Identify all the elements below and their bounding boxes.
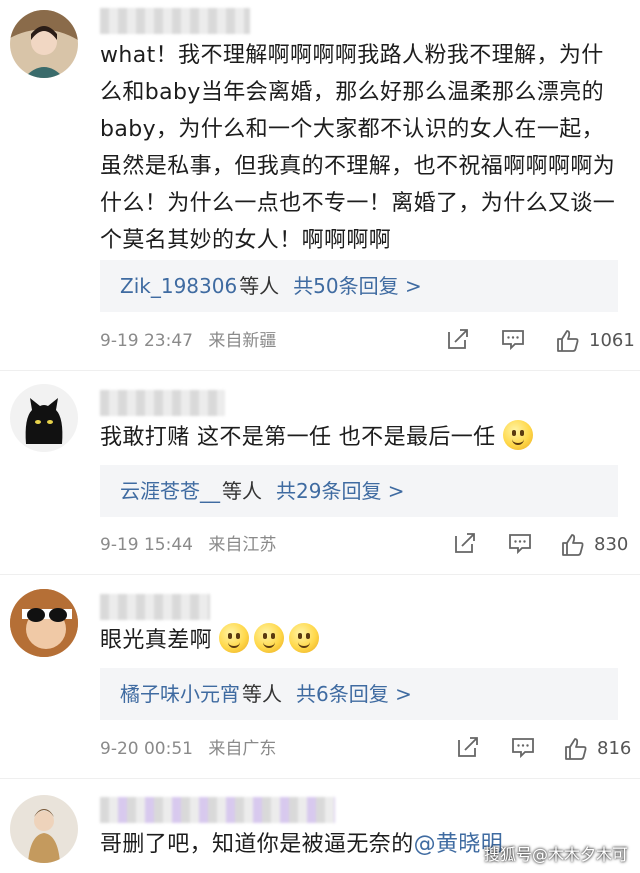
- comment-icon: [509, 534, 531, 555]
- reply-usernames: 云涯苍苍__: [120, 479, 220, 503]
- watermark: 搜狐号@木木夕木可: [483, 845, 628, 864]
- avatar[interactable]: [10, 795, 78, 863]
- comment-button[interactable]: [510, 734, 536, 760]
- avatar[interactable]: [10, 589, 78, 657]
- reply-count: 共29条回复 >: [276, 479, 405, 503]
- reply-usernames: Zik_198306: [120, 274, 238, 298]
- comment-text: 我敢打赌 这不是第一任 也不是最后一任: [100, 419, 620, 456]
- share-button[interactable]: [455, 734, 481, 760]
- comment-text: 眼光真差啊: [100, 622, 620, 659]
- comment-button[interactable]: [500, 326, 526, 352]
- like-button[interactable]: 816: [563, 734, 631, 764]
- smile-emoji-icon: [289, 623, 320, 653]
- username[interactable]: [100, 797, 335, 823]
- timestamp: 9-20 00:51: [100, 739, 193, 759]
- reply-others: 等人: [239, 274, 280, 298]
- username[interactable]: [100, 594, 210, 620]
- comment-button[interactable]: [507, 530, 533, 556]
- reply-count: 共50条回复 >: [293, 274, 422, 298]
- smile-emoji-icon: [219, 623, 250, 653]
- location: 来自新疆: [208, 331, 277, 351]
- divider: [0, 778, 640, 779]
- like-icon: [557, 330, 579, 352]
- reply-others: 等人: [222, 479, 262, 503]
- divider: [0, 370, 640, 371]
- comment-icon: [502, 330, 524, 351]
- like-button[interactable]: 1061: [555, 326, 635, 356]
- reply-others: 等人: [242, 682, 282, 706]
- comment-icon: [512, 738, 534, 759]
- comment-meta: 9-20 00:51 来自广东 816: [100, 734, 631, 764]
- avatar[interactable]: [10, 384, 78, 452]
- comment-meta: 9-19 23:47 来自新疆 1061: [100, 326, 635, 356]
- username[interactable]: [100, 390, 225, 416]
- like-count: 816: [597, 738, 632, 759]
- replies-link[interactable]: 橘子味小元宵 等人 共6条回复 >: [100, 668, 618, 720]
- reply-usernames: 橘子味小元宵: [120, 682, 240, 706]
- share-button[interactable]: [445, 326, 471, 352]
- reply-count: 共6条回复 >: [296, 682, 412, 706]
- share-button[interactable]: [452, 530, 478, 556]
- comment-text: what！我不理解啊啊啊啊我路人粉我不理解，为什么和baby当年会离婚，那么好那…: [100, 43, 616, 253]
- timestamp: 9-19 23:47: [100, 331, 193, 351]
- share-icon: [455, 533, 475, 553]
- smile-emoji-icon: [254, 623, 285, 653]
- replies-link[interactable]: 云涯苍苍__ 等人 共29条回复 >: [100, 465, 618, 517]
- thinking-emoji-icon: [503, 420, 533, 450]
- like-count: 1061: [589, 330, 635, 351]
- divider: [0, 574, 640, 575]
- username[interactable]: [100, 8, 250, 34]
- avatar[interactable]: [10, 10, 78, 78]
- like-button[interactable]: 830: [560, 530, 628, 560]
- like-count: 830: [594, 534, 629, 555]
- share-icon: [448, 329, 468, 349]
- replies-link[interactable]: Zik_198306 等人 共50条回复 >: [100, 260, 618, 312]
- comment-meta: 9-19 15:44 来自江苏 830: [100, 530, 630, 560]
- timestamp: 9-19 15:44: [100, 535, 193, 555]
- location: 来自江苏: [208, 535, 277, 555]
- share-icon: [458, 737, 478, 757]
- like-icon: [565, 738, 587, 760]
- like-icon: [562, 534, 584, 556]
- location: 来自广东: [208, 739, 277, 759]
